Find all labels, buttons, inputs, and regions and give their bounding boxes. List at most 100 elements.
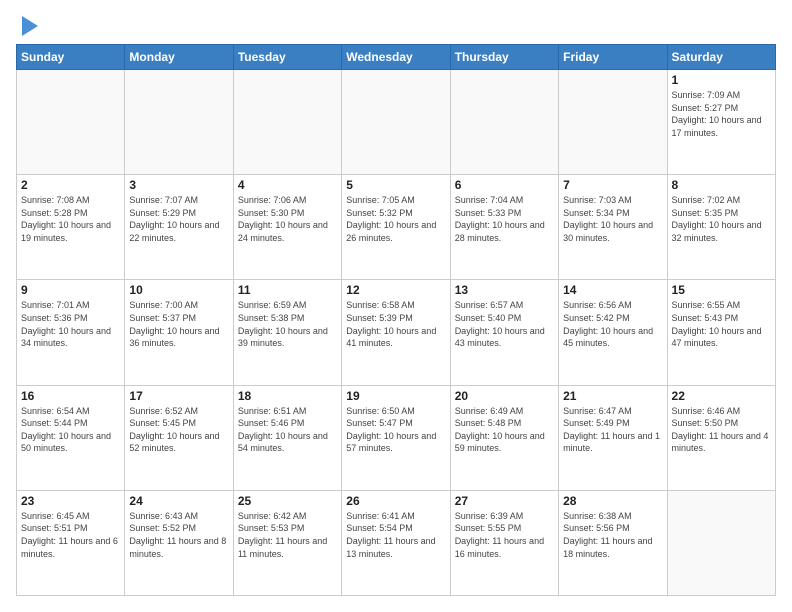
day-info: Sunrise: 6:45 AM Sunset: 5:51 PM Dayligh…: [21, 510, 120, 560]
day-info: Sunrise: 7:03 AM Sunset: 5:34 PM Dayligh…: [563, 194, 662, 244]
calendar-day-cell: 7 Sunrise: 7:03 AM Sunset: 5:34 PM Daylig…: [559, 175, 667, 280]
calendar-day-cell: 8 Sunrise: 7:02 AM Sunset: 5:35 PM Daylig…: [667, 175, 775, 280]
day-number: 26: [346, 494, 445, 508]
day-info: Sunrise: 6:56 AM Sunset: 5:42 PM Dayligh…: [563, 299, 662, 349]
day-number: 10: [129, 283, 228, 297]
day-info: Sunrise: 6:52 AM Sunset: 5:45 PM Dayligh…: [129, 405, 228, 455]
day-number: 12: [346, 283, 445, 297]
calendar-header-day: Thursday: [450, 45, 558, 70]
calendar-day-cell: 21 Sunrise: 6:47 AM Sunset: 5:49 PM Dayli…: [559, 385, 667, 490]
header: [16, 16, 776, 36]
logo-arrow-icon: [22, 16, 38, 36]
day-info: Sunrise: 6:41 AM Sunset: 5:54 PM Dayligh…: [346, 510, 445, 560]
calendar-week-row: 23 Sunrise: 6:45 AM Sunset: 5:51 PM Dayli…: [17, 490, 776, 595]
calendar-day-cell: 17 Sunrise: 6:52 AM Sunset: 5:45 PM Dayli…: [125, 385, 233, 490]
day-number: 28: [563, 494, 662, 508]
day-number: 5: [346, 178, 445, 192]
calendar-week-row: 1 Sunrise: 7:09 AM Sunset: 5:27 PM Daylig…: [17, 70, 776, 175]
calendar-day-cell: 3 Sunrise: 7:07 AM Sunset: 5:29 PM Daylig…: [125, 175, 233, 280]
calendar-day-cell: [559, 70, 667, 175]
day-info: Sunrise: 7:02 AM Sunset: 5:35 PM Dayligh…: [672, 194, 771, 244]
calendar-day-cell: 26 Sunrise: 6:41 AM Sunset: 5:54 PM Dayli…: [342, 490, 450, 595]
day-number: 24: [129, 494, 228, 508]
day-number: 20: [455, 389, 554, 403]
day-info: Sunrise: 7:06 AM Sunset: 5:30 PM Dayligh…: [238, 194, 337, 244]
calendar-day-cell: [667, 490, 775, 595]
calendar-day-cell: 19 Sunrise: 6:50 AM Sunset: 5:47 PM Dayli…: [342, 385, 450, 490]
day-number: 2: [21, 178, 120, 192]
calendar-day-cell: 20 Sunrise: 6:49 AM Sunset: 5:48 PM Dayli…: [450, 385, 558, 490]
calendar-header-day: Sunday: [17, 45, 125, 70]
day-info: Sunrise: 6:55 AM Sunset: 5:43 PM Dayligh…: [672, 299, 771, 349]
day-info: Sunrise: 7:04 AM Sunset: 5:33 PM Dayligh…: [455, 194, 554, 244]
calendar-day-cell: 18 Sunrise: 6:51 AM Sunset: 5:46 PM Dayli…: [233, 385, 341, 490]
day-number: 17: [129, 389, 228, 403]
calendar-day-cell: [125, 70, 233, 175]
day-info: Sunrise: 6:43 AM Sunset: 5:52 PM Dayligh…: [129, 510, 228, 560]
day-number: 19: [346, 389, 445, 403]
calendar-day-cell: 11 Sunrise: 6:59 AM Sunset: 5:38 PM Dayli…: [233, 280, 341, 385]
calendar-day-cell: [450, 70, 558, 175]
calendar-day-cell: [233, 70, 341, 175]
day-number: 3: [129, 178, 228, 192]
calendar-day-cell: 23 Sunrise: 6:45 AM Sunset: 5:51 PM Dayli…: [17, 490, 125, 595]
calendar-header-day: Friday: [559, 45, 667, 70]
day-info: Sunrise: 6:58 AM Sunset: 5:39 PM Dayligh…: [346, 299, 445, 349]
day-info: Sunrise: 7:05 AM Sunset: 5:32 PM Dayligh…: [346, 194, 445, 244]
day-number: 6: [455, 178, 554, 192]
day-number: 15: [672, 283, 771, 297]
calendar-header-day: Monday: [125, 45, 233, 70]
logo: [16, 16, 38, 36]
day-info: Sunrise: 6:51 AM Sunset: 5:46 PM Dayligh…: [238, 405, 337, 455]
calendar-day-cell: 27Sunrise: 6:39 AM Sunset: 5:55 PM Dayli…: [450, 490, 558, 595]
calendar-day-cell: 6 Sunrise: 7:04 AM Sunset: 5:33 PM Daylig…: [450, 175, 558, 280]
day-info: Sunrise: 6:59 AM Sunset: 5:38 PM Dayligh…: [238, 299, 337, 349]
day-number: 4: [238, 178, 337, 192]
day-info: Sunrise: 6:57 AM Sunset: 5:40 PM Dayligh…: [455, 299, 554, 349]
day-info: Sunrise: 7:07 AM Sunset: 5:29 PM Dayligh…: [129, 194, 228, 244]
calendar-day-cell: 14Sunrise: 6:56 AM Sunset: 5:42 PM Dayli…: [559, 280, 667, 385]
calendar-week-row: 16 Sunrise: 6:54 AM Sunset: 5:44 PM Dayli…: [17, 385, 776, 490]
day-number: 8: [672, 178, 771, 192]
calendar-day-cell: 25Sunrise: 6:42 AM Sunset: 5:53 PM Dayli…: [233, 490, 341, 595]
calendar-day-cell: 12 Sunrise: 6:58 AM Sunset: 5:39 PM Dayli…: [342, 280, 450, 385]
day-info: Sunrise: 7:08 AM Sunset: 5:28 PM Dayligh…: [21, 194, 120, 244]
calendar-header-day: Tuesday: [233, 45, 341, 70]
calendar-week-row: 9 Sunrise: 7:01 AM Sunset: 5:36 PM Daylig…: [17, 280, 776, 385]
day-number: 27: [455, 494, 554, 508]
day-info: Sunrise: 6:54 AM Sunset: 5:44 PM Dayligh…: [21, 405, 120, 455]
day-info: Sunrise: 6:46 AM Sunset: 5:50 PM Dayligh…: [672, 405, 771, 455]
calendar-day-cell: 2 Sunrise: 7:08 AM Sunset: 5:28 PM Daylig…: [17, 175, 125, 280]
calendar-header-day: Wednesday: [342, 45, 450, 70]
day-info: Sunrise: 6:47 AM Sunset: 5:49 PM Dayligh…: [563, 405, 662, 455]
day-info: Sunrise: 7:00 AM Sunset: 5:37 PM Dayligh…: [129, 299, 228, 349]
day-number: 1: [672, 73, 771, 87]
day-info: Sunrise: 6:49 AM Sunset: 5:48 PM Dayligh…: [455, 405, 554, 455]
calendar-day-cell: [17, 70, 125, 175]
calendar-day-cell: 16 Sunrise: 6:54 AM Sunset: 5:44 PM Dayli…: [17, 385, 125, 490]
calendar-day-cell: 22 Sunrise: 6:46 AM Sunset: 5:50 PM Dayli…: [667, 385, 775, 490]
calendar-day-cell: 9 Sunrise: 7:01 AM Sunset: 5:36 PM Daylig…: [17, 280, 125, 385]
calendar-day-cell: [342, 70, 450, 175]
calendar-day-cell: 13Sunrise: 6:57 AM Sunset: 5:40 PM Dayli…: [450, 280, 558, 385]
day-info: Sunrise: 6:50 AM Sunset: 5:47 PM Dayligh…: [346, 405, 445, 455]
calendar-day-cell: 1 Sunrise: 7:09 AM Sunset: 5:27 PM Daylig…: [667, 70, 775, 175]
calendar-day-cell: 15 Sunrise: 6:55 AM Sunset: 5:43 PM Dayli…: [667, 280, 775, 385]
day-number: 23: [21, 494, 120, 508]
calendar-week-row: 2 Sunrise: 7:08 AM Sunset: 5:28 PM Daylig…: [17, 175, 776, 280]
day-number: 18: [238, 389, 337, 403]
calendar-day-cell: 5 Sunrise: 7:05 AM Sunset: 5:32 PM Daylig…: [342, 175, 450, 280]
day-info: Sunrise: 7:09 AM Sunset: 5:27 PM Dayligh…: [672, 89, 771, 139]
day-number: 22: [672, 389, 771, 403]
calendar-day-cell: 10 Sunrise: 7:00 AM Sunset: 5:37 PM Dayli…: [125, 280, 233, 385]
day-number: 9: [21, 283, 120, 297]
day-info: Sunrise: 6:42 AM Sunset: 5:53 PM Dayligh…: [238, 510, 337, 560]
day-number: 11: [238, 283, 337, 297]
day-number: 16: [21, 389, 120, 403]
day-number: 7: [563, 178, 662, 192]
page: SundayMondayTuesdayWednesdayThursdayFrid…: [0, 0, 792, 612]
calendar-header-day: Saturday: [667, 45, 775, 70]
day-info: Sunrise: 7:01 AM Sunset: 5:36 PM Dayligh…: [21, 299, 120, 349]
day-number: 21: [563, 389, 662, 403]
calendar-header-row: SundayMondayTuesdayWednesdayThursdayFrid…: [17, 45, 776, 70]
